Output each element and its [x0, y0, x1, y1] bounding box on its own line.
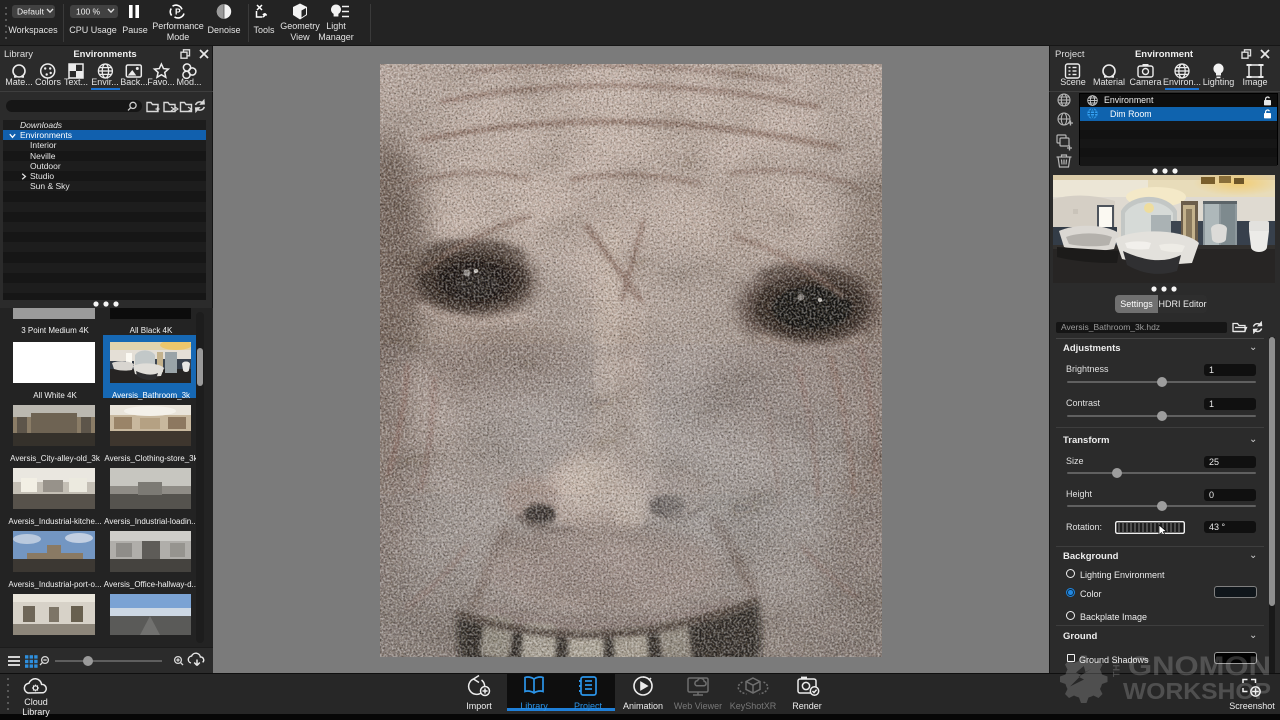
svg-text:WORKSHOP: WORKSHOP	[1123, 678, 1271, 704]
svg-text:THE: THE	[1112, 658, 1122, 678]
svg-text:GNOMON: GNOMON	[1128, 651, 1271, 681]
svg-text:Default: Default	[17, 7, 45, 17]
svg-text:P: P	[175, 7, 181, 17]
svg-text:100 %: 100 %	[76, 7, 101, 17]
